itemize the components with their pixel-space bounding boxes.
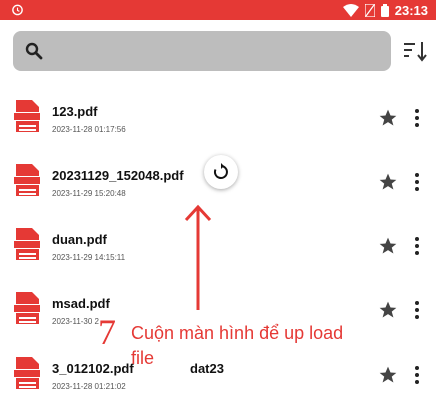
file-name: duan.pdf xyxy=(52,232,107,247)
alarm-icon xyxy=(12,4,23,16)
star-icon[interactable] xyxy=(378,236,398,256)
more-vert-icon[interactable] xyxy=(410,108,424,128)
pdf-file-icon xyxy=(13,100,41,132)
list-item[interactable]: 123.pdf 2023-11-28 01:17:56 xyxy=(0,100,436,150)
refresh-icon xyxy=(213,163,228,179)
file-date: 2023-11-30 2 xyxy=(52,317,99,326)
more-vert-icon[interactable] xyxy=(410,172,424,192)
pdf-file-icon xyxy=(13,292,41,324)
search-input[interactable] xyxy=(55,31,379,73)
sort-icon[interactable] xyxy=(404,40,428,62)
annotation-arrow-up xyxy=(184,204,212,310)
status-bar: 23:13 xyxy=(0,0,436,20)
no-signal-icon xyxy=(364,3,375,17)
more-vert-icon[interactable] xyxy=(410,236,424,256)
pdf-file-icon xyxy=(13,357,41,389)
star-icon[interactable] xyxy=(378,108,398,128)
list-item[interactable]: duan.pdf 2023-11-29 14:15:11 xyxy=(0,228,436,278)
more-vert-icon[interactable] xyxy=(410,300,424,320)
annotation-step-number: 7 xyxy=(98,312,116,352)
file-date: 2023-11-29 15:20:48 xyxy=(52,189,126,198)
star-icon[interactable] xyxy=(378,172,398,192)
refresh-button[interactable] xyxy=(204,155,238,189)
more-vert-icon[interactable] xyxy=(410,365,424,385)
file-name: msad.pdf xyxy=(52,296,110,311)
pdf-file-icon xyxy=(13,228,41,260)
star-icon[interactable] xyxy=(378,365,398,385)
status-time: 23:13 xyxy=(394,2,428,18)
search-icon[interactable] xyxy=(25,42,43,60)
battery-icon xyxy=(380,3,389,17)
wifi-icon xyxy=(342,3,359,17)
file-date: 2023-11-29 14:15:11 xyxy=(52,253,126,262)
file-date: 2023-11-28 01:17:56 xyxy=(52,125,126,134)
file-name: 123.pdf xyxy=(52,104,98,119)
star-icon[interactable] xyxy=(378,300,398,320)
search-bar[interactable] xyxy=(13,31,391,73)
file-date: 2023-11-28 01:21:02 xyxy=(52,382,126,391)
pdf-file-icon xyxy=(13,164,41,196)
file-name: 3_012102.pdf xyxy=(52,361,134,376)
file-name: 20231129_152048.pdf xyxy=(52,168,184,183)
annotation-text: Cuộn màn hình để up load file xyxy=(131,323,344,368)
